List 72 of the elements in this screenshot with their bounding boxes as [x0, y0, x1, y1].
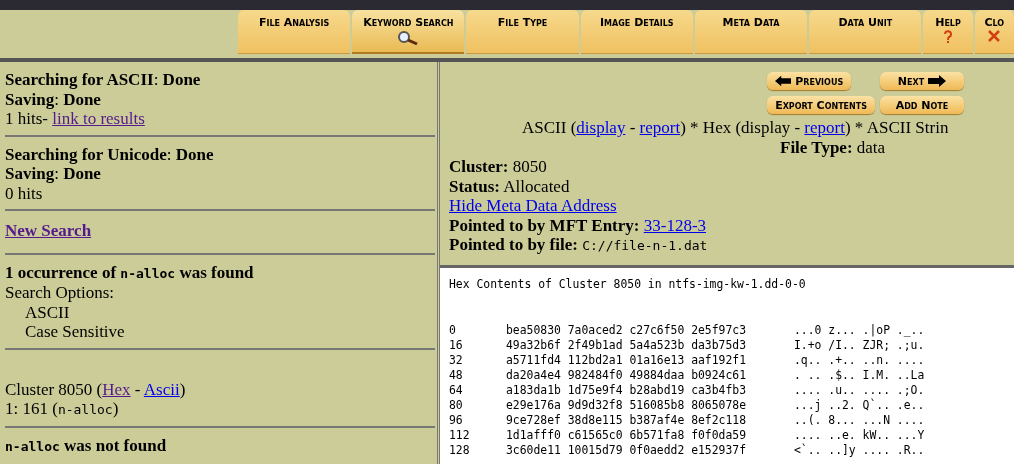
hide-address-link[interactable]: Hide Meta Data Address: [449, 196, 617, 216]
result-heading: 1 occurrence of n-alloc was found: [5, 262, 255, 283]
nav-tab[interactable]: Image Details: [580, 10, 693, 54]
view-options-text: ASCII (display - report) * Hex (display - report) * ASCII Strin: [521, 118, 950, 138]
nav-tab[interactable]: Meta Data: [694, 10, 808, 54]
hex-link[interactable]: Hex: [102, 379, 131, 399]
ascii-text: ...j ..2. Q`.. .e..: [794, 398, 925, 413]
ascii-text: .... ..e. kW.. ...Y: [794, 428, 925, 443]
offset-text: 96: [449, 413, 464, 428]
offset-text: 32: [449, 353, 464, 368]
option-text: ASCII: [24, 302, 71, 322]
view-link[interactable]: display: [576, 118, 626, 137]
status-text: Searching for ASCII: Done: [5, 70, 202, 90]
hex-title: Hex Contents of Cluster 8050 in ntfs-img-kw-1.dd-0-0: [449, 277, 807, 292]
nav-tab[interactable]: Clo: [974, 10, 1014, 54]
result-heading: n-alloc was not found: [5, 435, 168, 456]
hits-text: 1 hits- link to results: [5, 109, 146, 129]
offset-text: 48: [449, 368, 464, 383]
nav-tab[interactable]: File Type: [466, 10, 579, 54]
cluster-text: Cluster 8050 (Hex - Ascii): [5, 379, 187, 399]
hex-text: da20a4e4 982484f0 49884daa b0924c61: [506, 368, 748, 383]
nav-tab[interactable]: Keyword Search: [352, 10, 465, 54]
new-search-link[interactable]: New Search: [5, 221, 92, 241]
help-icon: [943, 30, 953, 44]
view-link[interactable]: report: [639, 118, 681, 137]
hex-text: a5711fd4 112bd2a1 01a16e13 aaf192f1: [506, 353, 748, 368]
file-type-text: File Type: data: [779, 137, 887, 157]
results-link[interactable]: link to results: [52, 109, 145, 128]
field-text: Status: Allocated: [449, 176, 571, 196]
options-label: Search Options:: [5, 283, 116, 303]
hex-text: e29e176a 9d9d32f8 516085b8 8065078e: [506, 398, 748, 413]
hit-text: 1: 161 (n-alloc): [5, 399, 120, 420]
hex-text: 1d1afff0 c61565c0 6b571fa8 f0f0da59: [506, 428, 748, 443]
ascii-text: . .. .$.. I.M. ..La: [794, 368, 925, 383]
view-link[interactable]: report: [804, 118, 845, 137]
right-arrow-icon: [928, 75, 947, 87]
hex-text: bea50830 7a0aced2 c27c6f50 2e5f97c3: [506, 323, 748, 338]
offset-text: 64: [449, 383, 464, 398]
offset-text: 112: [449, 428, 471, 443]
mft-entry-link[interactable]: 33-128-3: [643, 215, 707, 235]
status-text: Saving: Done: [5, 89, 102, 109]
field-text: Pointed to by file: C://file-n-1.dat: [449, 235, 709, 256]
offset-text: 128: [449, 443, 471, 458]
field-text: Cluster: 8050: [449, 157, 548, 177]
ascii-text: I.+o /I.. ZJR; .;u.: [794, 338, 925, 353]
action-button[interactable]: Export Contents: [767, 96, 875, 114]
action-button[interactable]: Previous: [767, 72, 852, 90]
ascii-text: .q.. .+.. ..n. ....: [794, 353, 925, 368]
ascii-text: ..(. 8... ...N ....: [794, 413, 925, 428]
hits-text: 0 hits: [5, 183, 44, 203]
ascii-text: .... .u.. .... .;O.: [794, 383, 925, 398]
nav-tab[interactable]: File Analysis: [238, 10, 351, 54]
hex-text: 9ce728ef 38d8e115 b387af4e 8ef2c118: [506, 413, 748, 428]
ascii-link[interactable]: Ascii: [143, 379, 180, 399]
left-arrow-icon: [775, 75, 792, 87]
action-button[interactable]: Next: [880, 72, 964, 90]
status-text: Saving: Done: [5, 164, 102, 184]
close-icon: [988, 30, 1001, 42]
status-text: Searching for Unicode: Done: [5, 144, 215, 164]
nav-tab[interactable]: Help: [923, 10, 973, 54]
action-button[interactable]: Add Note: [880, 96, 964, 114]
option-text: Case Sensitive: [24, 322, 126, 342]
field-text: Pointed to by MFT Entry: 33-128-3: [449, 215, 708, 235]
hex-text: 3c60de11 10015d79 0f0aedd2 e152937f: [506, 443, 748, 458]
ascii-text: ...0 z... .|oP ._..: [794, 323, 925, 338]
offset-text: 16: [449, 338, 464, 353]
hex-text: 49a32b6f 2f49b1ad 5a4a523b da3b75d3: [506, 338, 748, 353]
nav-tab[interactable]: Data Unit: [809, 10, 922, 54]
hex-text: a183da1b 1d75e9f4 b28abd19 ca3b4fb3: [506, 383, 748, 398]
offset-text: 0: [449, 323, 457, 338]
offset-text: 80: [449, 398, 464, 413]
ascii-text: <`.. ..]y .... .R..: [794, 443, 925, 458]
